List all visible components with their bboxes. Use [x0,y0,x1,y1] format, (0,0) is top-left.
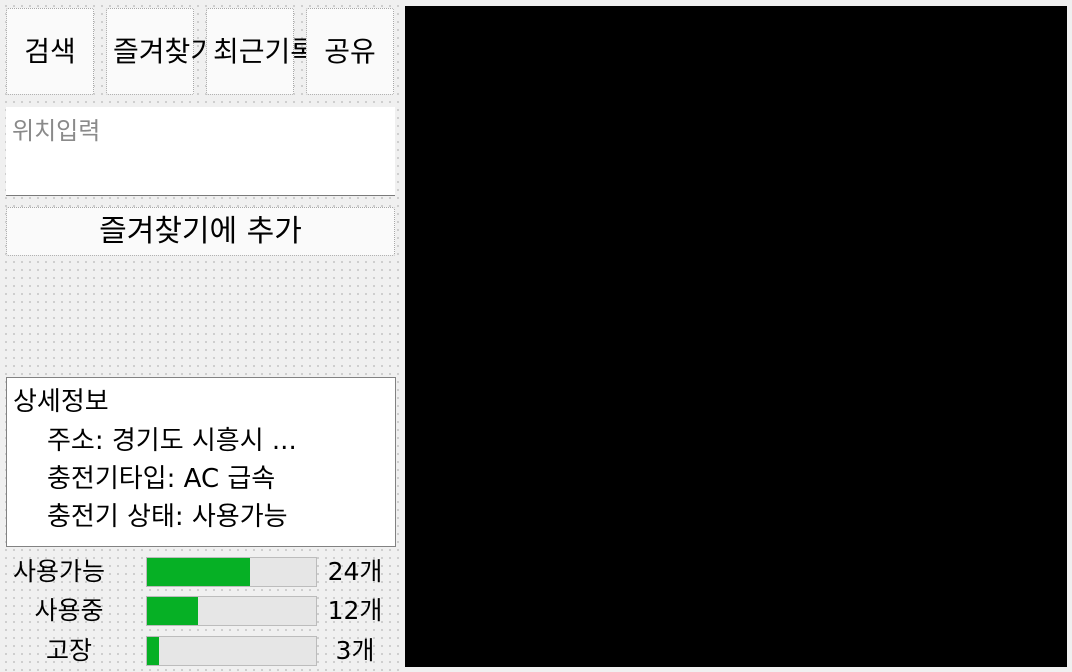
details-title: 상세정보 [13,387,109,417]
search-button[interactable]: 검색 [6,8,94,95]
map-view[interactable] [405,6,1067,667]
history-button-label: 최근기록 [213,34,317,68]
progress-fill-broken [147,637,159,665]
progress-bar-available [146,557,317,587]
share-button-label: 공유 [324,34,376,68]
stat-label-available: 사용가능 [12,557,105,586]
history-button[interactable]: 최근기록 [206,8,317,95]
add-favorite-button[interactable]: 즐겨찾기에 추가 [6,207,395,256]
favorites-button[interactable]: 즐겨찾기 [106,8,217,95]
stat-label-in-use: 사용중 [34,596,104,625]
progress-bar-in-use [146,596,317,626]
progress-fill-available [147,558,251,586]
stat-count-available: 24개 [327,557,383,586]
progress-bar-broken [146,636,317,666]
add-favorite-label: 즐겨찾기에 추가 [99,213,302,249]
details-panel: 상세정보 주소: 경기도 시흥시 ... 충전기타입: AC 급속 충전기 상태… [6,377,396,547]
stat-count-broken: 3개 [335,636,375,665]
favorites-button-label: 즐겨찾기 [113,34,217,68]
location-input[interactable] [6,107,395,196]
search-button-label: 검색 [24,34,76,68]
details-charger-status: 충전기 상태: 사용가능 [47,502,288,532]
progress-fill-in-use [147,597,198,625]
stat-label-broken: 고장 [45,636,92,665]
details-charger-type: 충전기타입: AC 급속 [47,464,276,494]
details-address: 주소: 경기도 시흥시 ... [47,426,297,456]
control-panel: 검색 즐겨찾기 최근기록 공유 즐겨찾기에 추가 상세정보 주소: 경기도 시흥… [0,0,404,672]
share-button[interactable]: 공유 [306,8,394,95]
stat-count-in-use: 12개 [327,596,383,625]
